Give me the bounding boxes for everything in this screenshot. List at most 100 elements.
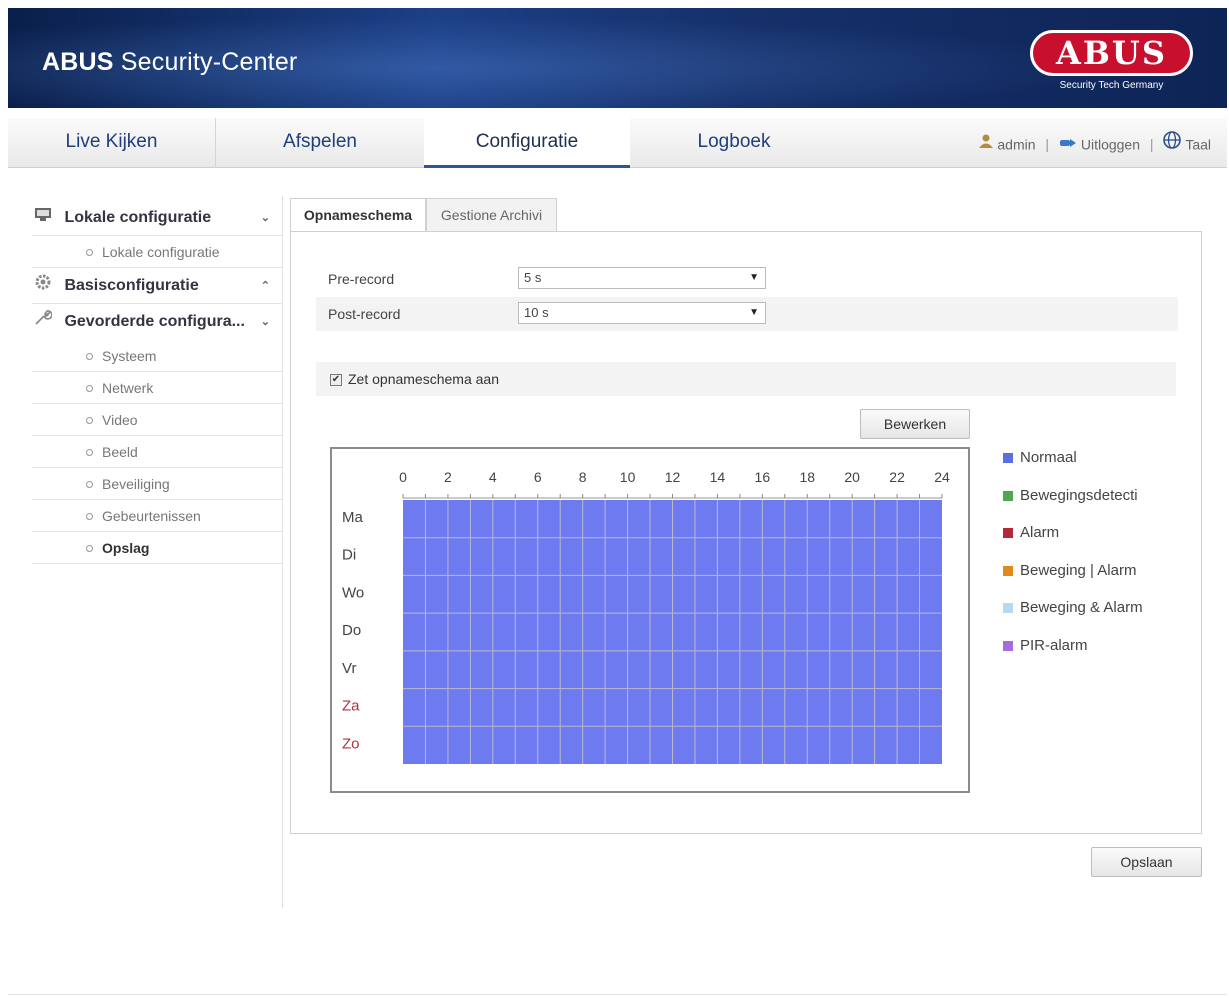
sidebar-group-label: Gevorderde configura... (64, 313, 245, 330)
sidebar-item-lokale-configuratie[interactable]: Lokale configuratie (32, 236, 282, 268)
legend-item: Normaal (1003, 448, 1227, 486)
pre-record-value: 5 s (524, 270, 542, 285)
sidebar-item-video[interactable]: Video (32, 404, 282, 436)
globe-icon (1163, 131, 1185, 152)
tab-live-kijken[interactable]: Live Kijken (8, 118, 216, 168)
hour-label: 18 (799, 469, 815, 485)
pre-record-label: Pre-record (328, 271, 395, 287)
post-record-select[interactable]: 10 s ▼ (518, 302, 766, 324)
divider: | (1045, 136, 1050, 153)
day-label: Za (342, 698, 360, 715)
wrench-icon (32, 304, 54, 340)
sidebar-group-label: Basisconfiguratie (64, 277, 199, 294)
legend-swatch (1003, 640, 1013, 651)
day-label: Ma (342, 509, 363, 526)
edit-button[interactable]: Bewerken (860, 409, 970, 439)
logout-link[interactable]: Uitloggen (1081, 136, 1140, 152)
hour-label: 0 (399, 469, 407, 485)
sidebar-item-opslag[interactable]: Opslag (32, 532, 282, 564)
day-label: Zo (342, 735, 360, 752)
hour-label: 24 (934, 469, 950, 485)
hour-label: 10 (620, 469, 636, 485)
hour-label: 4 (489, 469, 497, 485)
logo-mark: ABUS (1030, 30, 1193, 76)
legend-label: PIR-alarm (1020, 636, 1088, 654)
bullet-icon (86, 449, 93, 456)
post-record-label: Post-record (328, 306, 401, 322)
tab-logboek[interactable]: Logboek (630, 118, 838, 168)
sidebar-item-systeem[interactable]: Systeem (32, 340, 282, 372)
legend-label: Beweging | Alarm (1020, 561, 1137, 579)
monitor-icon (32, 200, 54, 236)
legend-swatch (1003, 490, 1013, 501)
gear-icon (32, 268, 54, 304)
enable-schedule-checkbox[interactable]: ✔ (330, 374, 342, 386)
bullet-icon (86, 385, 93, 392)
save-button[interactable]: Opslaan (1091, 847, 1202, 877)
legend-swatch (1003, 603, 1013, 613)
schedule-grid[interactable]: 0 2 4 6 8 10 12 14 16 18 20 22 24 Ma Di Wo Do Vr Za Zo (330, 447, 970, 793)
tab-configuratie[interactable]: Configuratie (424, 118, 630, 168)
bullet-icon (86, 481, 93, 488)
schedule-chart: 0 2 4 6 8 10 12 14 16 18 20 22 24MaDiWoDoVrZaZo (342, 469, 950, 764)
bullet-icon (86, 513, 93, 520)
enable-schedule-row: ✔ Zet opnameschema aan (316, 362, 1176, 396)
language-link[interactable]: Taal (1185, 136, 1211, 152)
app-header: ABUS Security-Center ABUS Security Tech … (8, 8, 1227, 108)
subtab-gestione-archivi[interactable]: Gestione Archivi (426, 198, 557, 232)
sidebar-group-basisconfiguratie[interactable]: Basisconfiguratie ⌃ (32, 268, 282, 304)
app-title: ABUS Security-Center (42, 48, 298, 76)
sidebar-item-netwerk[interactable]: Netwerk (32, 372, 282, 404)
dropdown-arrow-icon: ▼ (749, 272, 759, 283)
legend-label: Alarm (1020, 524, 1060, 541)
main-nav: Live Kijken Afspelen Configuratie Logboe… (8, 118, 1227, 168)
sidebar-item-beveiliging[interactable]: Beveiliging (32, 468, 282, 500)
legend-label: Normaal (1020, 449, 1077, 466)
schedule-legend: Normaal Bewegingsdetecti Alarm Beweging | A… (1003, 448, 1227, 673)
hour-label: 2 (444, 469, 452, 485)
pre-record-row: Pre-record 5 s ▼ (316, 262, 1178, 296)
enable-schedule-label: Zet opnameschema aan (348, 371, 499, 387)
sidebar-group-lokale-configuratie[interactable]: Lokale configuratie ⌄ (32, 200, 282, 236)
legend-item: Beweging | Alarm (1003, 561, 1227, 599)
user-icon (978, 134, 998, 152)
legend-swatch (1003, 453, 1013, 463)
chevron-down-icon: ⌄ (260, 316, 270, 328)
bullet-icon (86, 545, 93, 552)
bullet-icon (86, 249, 93, 256)
hour-label: 12 (665, 469, 681, 485)
sidebar: Lokale configuratie ⌄ Lokale configurati… (32, 200, 282, 564)
hour-label: 22 (889, 469, 905, 485)
sidebar-item-beeld[interactable]: Beeld (32, 436, 282, 468)
abus-logo: ABUS Security Tech Germany (1030, 30, 1193, 91)
logo-tagline: Security Tech Germany (1059, 80, 1164, 91)
hour-label: 6 (534, 469, 542, 485)
day-label: Di (342, 547, 356, 564)
tab-afspelen[interactable]: Afspelen (216, 118, 424, 168)
dropdown-arrow-icon: ▼ (749, 307, 759, 318)
username[interactable]: admin (997, 136, 1035, 152)
legend-label: Beweging & Alarm (1020, 599, 1143, 616)
legend-item: Beweging & Alarm (1003, 598, 1227, 636)
logout-icon (1059, 136, 1081, 152)
post-record-row: Post-record 10 s ▼ (316, 297, 1178, 331)
hour-label: 20 (844, 469, 860, 485)
pre-record-select[interactable]: 5 s ▼ (518, 267, 766, 289)
hour-label: 8 (579, 469, 587, 485)
legend-swatch (1003, 528, 1013, 538)
hour-label: 14 (710, 469, 726, 485)
legend-swatch (1003, 565, 1013, 576)
sidebar-divider (282, 196, 283, 908)
subtab-opnameschema[interactable]: Opnameschema (290, 198, 426, 233)
day-label: Vr (342, 660, 356, 677)
divider: | (1149, 136, 1154, 153)
chevron-down-icon: ⌄ (260, 212, 270, 224)
footer-divider (8, 994, 1227, 995)
post-record-value: 10 s (524, 305, 549, 320)
sidebar-group-gevorderde-configuratie[interactable]: Gevorderde configura... ⌄ (32, 304, 282, 340)
chevron-up-icon: ⌃ (260, 280, 270, 292)
legend-item: Bewegingsdetecti (1003, 486, 1227, 524)
bullet-icon (86, 353, 93, 360)
sidebar-item-gebeurtenissen[interactable]: Gebeurtenissen (32, 500, 282, 532)
legend-label: Bewegingsdetecti (1020, 486, 1138, 504)
